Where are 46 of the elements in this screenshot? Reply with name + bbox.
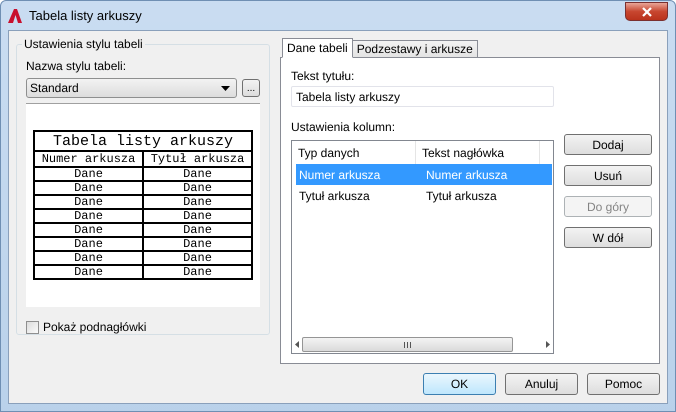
checkbox[interactable] (26, 320, 39, 334)
preview-cell: Dane (34, 167, 143, 181)
grip-icon (404, 342, 411, 348)
preview-cell: Dane (34, 195, 143, 209)
preview-header-cell: Tytuł arkusza (143, 151, 252, 167)
preview-header-cell: Numer arkusza (34, 151, 143, 167)
list-row[interactable]: Tytuł arkusza Tytuł arkusza (296, 185, 552, 206)
list-action-button[interactable]: Usuń (564, 165, 652, 186)
preview-title: Tabela listy arkuszy (34, 131, 252, 151)
tab[interactable]: Podzestawy i arkusze (352, 40, 478, 57)
style-name-dropdown[interactable]: Standard (26, 78, 237, 98)
preview-cell: Dane (143, 223, 252, 237)
preview-cell: Dane (143, 237, 252, 251)
preview-cell: Dane (34, 181, 143, 195)
preview-cell: Dane (143, 209, 252, 223)
app-logo-icon (7, 8, 23, 24)
close-button[interactable] (625, 2, 668, 21)
preview-cell: Dane (143, 265, 252, 279)
dialog-button[interactable]: Anuluj (505, 373, 578, 395)
list-action-button[interactable]: W dół (564, 227, 652, 248)
preview-cell: Dane (143, 167, 252, 181)
preview-cell: Dane (34, 251, 143, 265)
style-name-label: Nazwa stylu tabeli: (26, 59, 128, 73)
preview-cell: Dane (34, 237, 143, 251)
preview-cell: Dane (143, 181, 252, 195)
preview-cell: Dane (143, 195, 252, 209)
close-icon (640, 6, 652, 16)
preview-cell: Dane (34, 265, 143, 279)
title-text-field[interactable]: Tabela listy arkuszy (291, 86, 554, 108)
dropdown-arrow-icon (221, 86, 230, 90)
title-text-label: Tekst tytułu: (291, 69, 356, 83)
dialog-button[interactable]: Pomoc (587, 373, 660, 395)
window-title: Tabela listy arkuszy (29, 8, 143, 23)
list-action-button[interactable]: Dodaj (564, 134, 652, 155)
scroll-left-icon[interactable] (295, 341, 299, 348)
scroll-right-icon[interactable] (546, 341, 550, 348)
preview-cell: Dane (143, 251, 252, 265)
scrollbar-thumb[interactable] (302, 337, 513, 352)
dialog-button[interactable]: OK (423, 373, 496, 395)
checkbox-label: Pokaż podnagłówki (43, 320, 146, 334)
preview-cell: Dane (34, 209, 143, 223)
tab[interactable]: Dane tabeli (282, 38, 353, 58)
browse-button[interactable]: ... (242, 79, 260, 97)
group-title: Ustawienia stylu tabeli (23, 37, 144, 51)
columns-label: Ustawienia kolumn: (291, 120, 396, 134)
preview-cell: Dane (34, 223, 143, 237)
